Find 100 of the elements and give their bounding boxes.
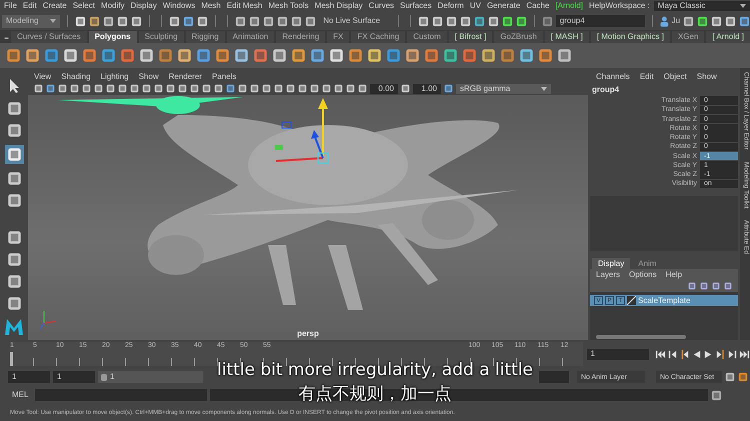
menu-item[interactable]: Mesh Display: [314, 2, 363, 10]
shelf-tool-icon[interactable]: [367, 48, 382, 63]
playback-range-bar[interactable]: 1: [98, 371, 203, 383]
playback-start-field[interactable]: 1: [53, 371, 95, 383]
shelf-tool-icon[interactable]: [177, 48, 192, 63]
shelf-tool-icon[interactable]: [234, 48, 249, 63]
panel-toggle-icon[interactable]: [683, 16, 694, 26]
shelf-tool-icon[interactable]: [82, 48, 97, 63]
user-name[interactable]: Ju: [672, 17, 680, 25]
menu-item[interactable]: Curves: [368, 2, 394, 10]
render-tool-icon[interactable]: [474, 16, 485, 26]
shelf-tab[interactable]: Curves / Surfaces: [11, 31, 87, 43]
shelf-tab[interactable]: FX: [327, 31, 350, 43]
menu-item[interactable]: Windows: [162, 2, 196, 10]
shelf-tab[interactable]: GoZBrush: [494, 31, 543, 43]
shelf-tab[interactable]: [ Bifrost ]: [448, 31, 492, 43]
snap-icon[interactable]: [263, 16, 274, 26]
menu-item[interactable]: Edit Mesh: [226, 2, 262, 10]
panel-toggle-icon[interactable]: [725, 16, 736, 26]
viewport-menu-item[interactable]: Panels: [212, 73, 236, 81]
shelf-tool-icon[interactable]: [329, 48, 344, 63]
command-input-field[interactable]: [35, 389, 207, 401]
go-to-start-icon[interactable]: [655, 348, 666, 360]
layer-editor-tab[interactable]: Anim: [632, 258, 662, 270]
toolbar-tool-icon[interactable]: [75, 16, 86, 26]
shelf-tab[interactable]: Polygons: [88, 31, 137, 43]
workspace-dropdown[interactable]: Maya Classic: [654, 1, 750, 11]
toolbar-tool-icon[interactable]: [131, 16, 142, 26]
snap-icon[interactable]: [305, 16, 316, 26]
viewport-scene[interactable]: persp: [28, 95, 588, 340]
render-tool-icon[interactable]: [418, 16, 429, 26]
end-frame-field[interactable]: [539, 371, 569, 383]
shelf-tool-icon[interactable]: [272, 48, 287, 63]
layer-editor-menu-item[interactable]: Layers: [596, 270, 620, 279]
menu-item[interactable]: Modify: [100, 2, 124, 10]
snap-icon[interactable]: [277, 16, 288, 26]
shelf-tab[interactable]: Sculpting: [138, 31, 184, 43]
menu-item[interactable]: Create: [42, 2, 67, 10]
selection-mode-icon[interactable]: [169, 16, 180, 26]
shelf-tool-icon[interactable]: [405, 48, 420, 63]
exposure-field[interactable]: 0.00: [370, 84, 398, 94]
shelf-tab[interactable]: Rigging: [186, 31, 225, 43]
gamma-field[interactable]: 1.00: [413, 84, 441, 94]
channel-box-menu-item[interactable]: Object: [664, 72, 687, 81]
selection-mode-icon[interactable]: [197, 16, 208, 26]
viewport-menu-item[interactable]: Shading: [61, 73, 91, 81]
shelf-tool-icon[interactable]: [215, 48, 230, 63]
channel-box-menu-item[interactable]: Channels: [596, 72, 630, 81]
render-tool-icon[interactable]: [516, 16, 527, 26]
layer-color-swatch[interactable]: [627, 296, 636, 306]
panel-toggle-icon[interactable]: [697, 16, 708, 26]
render-tool-icon[interactable]: [446, 16, 457, 26]
viewport-menu-item[interactable]: Show: [138, 73, 159, 81]
menu-item[interactable]: Generate: [486, 2, 520, 10]
viewport-menu-item[interactable]: Renderer: [168, 73, 202, 81]
selection-mode-icon[interactable]: [183, 16, 194, 26]
menu-item[interactable]: File: [4, 2, 17, 10]
layer-scrollbar[interactable]: [590, 334, 738, 340]
snap-icon[interactable]: [235, 16, 246, 26]
toolbar-tool-icon[interactable]: [117, 16, 128, 26]
shelf-tool-icon[interactable]: [538, 48, 553, 63]
shelf-tool-icon[interactable]: [25, 48, 40, 63]
menu-item[interactable]: Edit: [22, 2, 37, 10]
shelf-tool-icon[interactable]: [481, 48, 496, 63]
menu-item[interactable]: Mesh: [201, 2, 221, 10]
current-time-marker[interactable]: [10, 352, 13, 366]
shelf-tab[interactable]: [ Arnold ]: [706, 31, 750, 43]
play-forward-icon[interactable]: [703, 348, 714, 360]
channel-box-menu-item[interactable]: Edit: [640, 72, 654, 81]
render-tool-icon[interactable]: [502, 16, 513, 26]
layer-editor-menu-item[interactable]: Help: [666, 270, 682, 279]
layer-editor-menu-item[interactable]: Options: [629, 270, 657, 279]
step-back-icon[interactable]: [679, 348, 690, 360]
panel-toggle-icon[interactable]: [711, 16, 722, 26]
shelf-tool-icon[interactable]: [196, 48, 211, 63]
menu-item[interactable]: UV: [470, 2, 481, 10]
shelf-tool-icon[interactable]: [63, 48, 78, 63]
menu-item[interactable]: Select: [72, 2, 95, 10]
shelf-tab[interactable]: Custom: [407, 31, 447, 43]
channel-box-menu-item[interactable]: Show: [696, 72, 717, 81]
step-forward-icon[interactable]: [715, 348, 726, 360]
menu-item[interactable]: [Arnold]: [555, 2, 584, 10]
shelf-tool-icon[interactable]: [6, 48, 21, 63]
snap-icon[interactable]: [249, 16, 260, 26]
menu-item[interactable]: Surfaces: [400, 2, 432, 10]
select-tool-icon[interactable]: [7, 78, 21, 94]
menu-item[interactable]: Display: [130, 2, 157, 10]
viewport-menu-item[interactable]: View: [34, 73, 52, 81]
shelf-tool-icon[interactable]: [424, 48, 439, 63]
go-to-end-icon[interactable]: [739, 348, 750, 360]
render-tool-icon[interactable]: [432, 16, 443, 26]
shelf-tab[interactable]: XGen: [672, 31, 704, 43]
menu-item[interactable]: Help: [589, 2, 606, 10]
menu-item[interactable]: Cache: [526, 2, 550, 10]
shelf-tab[interactable]: Rendering: [276, 31, 326, 43]
shelf-tool-icon[interactable]: [291, 48, 306, 63]
shelf-tool-icon[interactable]: [348, 48, 363, 63]
next-key-icon[interactable]: [727, 348, 738, 360]
move-manipulator-icon[interactable]: [275, 98, 329, 164]
toolbar-tool-icon[interactable]: [103, 16, 114, 26]
